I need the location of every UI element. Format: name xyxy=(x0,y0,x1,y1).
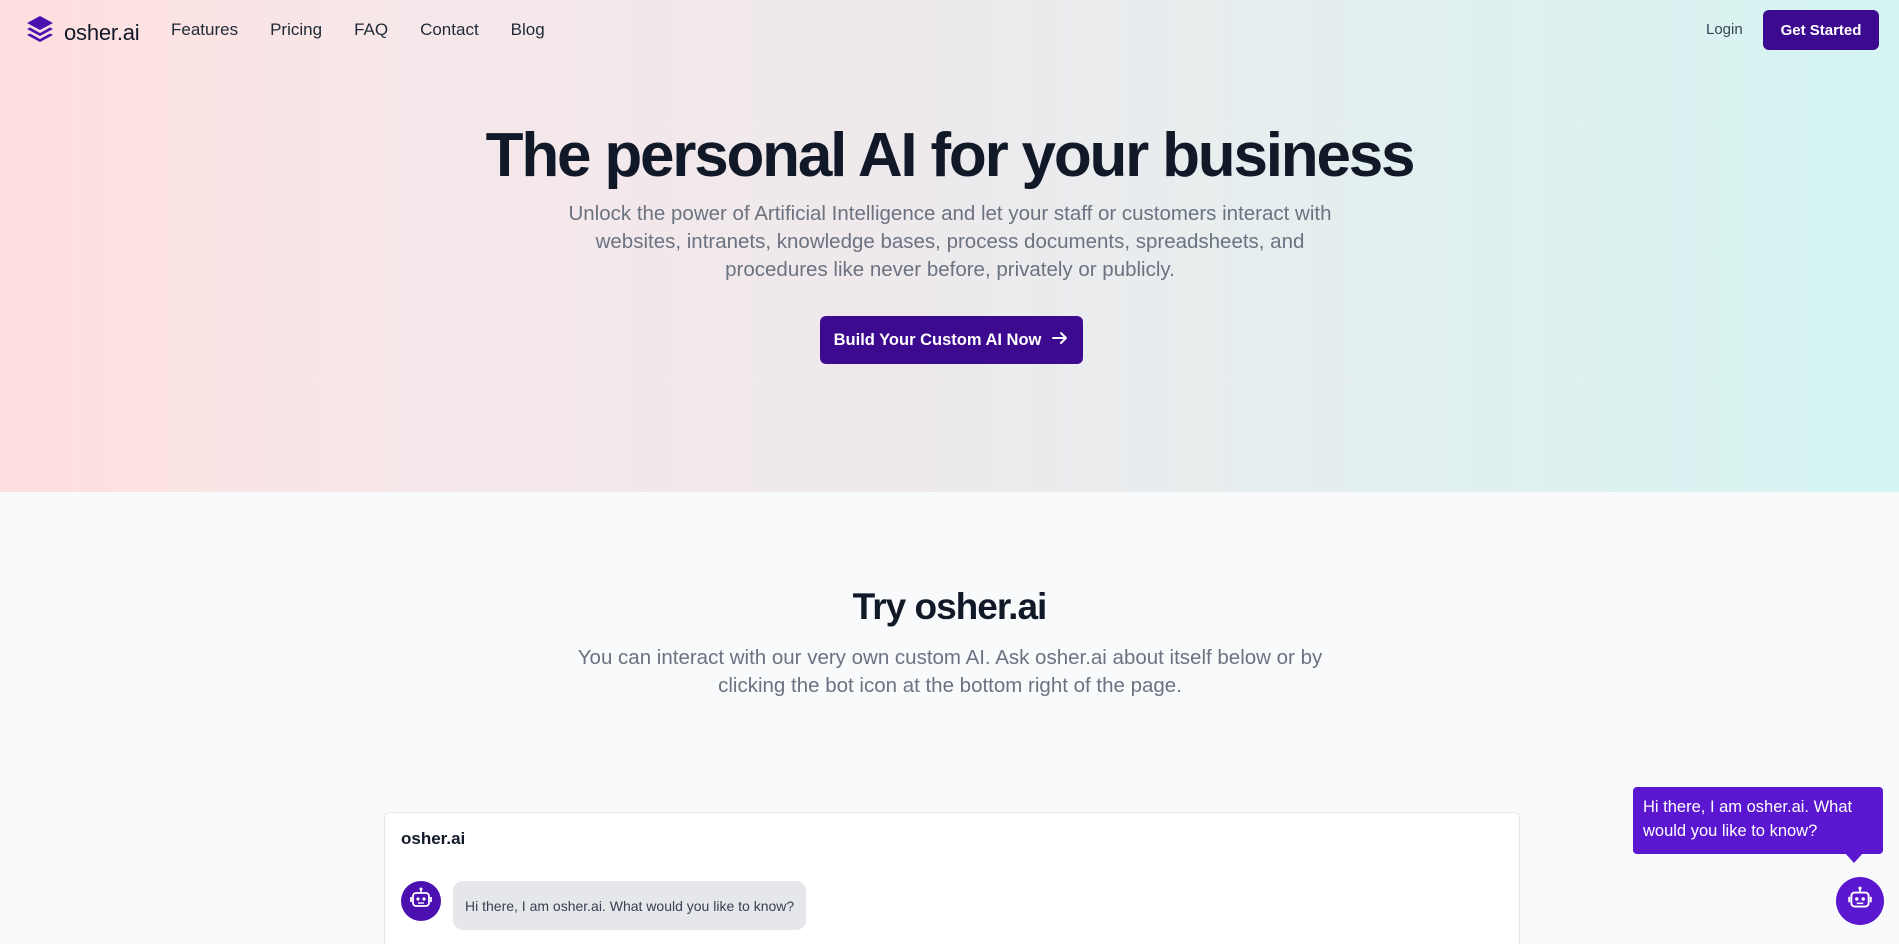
arrow-right-icon xyxy=(1051,329,1069,352)
nav-link-blog[interactable]: Blog xyxy=(511,20,545,40)
get-started-button[interactable]: Get Started xyxy=(1763,10,1879,50)
hero-section: osher.ai Features Pricing FAQ Contact Bl… xyxy=(0,0,1899,492)
build-ai-label: Build Your Custom AI Now xyxy=(833,330,1042,349)
try-subtitle: You can interact with our very own custo… xyxy=(577,646,1323,697)
chat-title: osher.ai xyxy=(401,829,466,848)
chat-panel: osher.ai Hi there, I am osher.ai. What w… xyxy=(384,812,1520,944)
nav-link-features[interactable]: Features xyxy=(171,20,238,40)
nav-link-faq[interactable]: FAQ xyxy=(354,20,388,40)
bot-avatar xyxy=(401,881,441,921)
chat-message-bubble: Hi there, I am osher.ai. What would you … xyxy=(453,881,807,930)
nav-links: Features Pricing FAQ Contact Blog xyxy=(171,20,545,40)
nav-link-pricing[interactable]: Pricing xyxy=(270,20,322,40)
build-ai-button[interactable]: Build Your Custom AI Now xyxy=(820,316,1083,364)
hero-title: The personal AI for your business xyxy=(485,121,1416,190)
login-link[interactable]: Login xyxy=(1706,21,1743,38)
robot-icon xyxy=(1846,885,1874,918)
robot-icon xyxy=(408,886,434,917)
brand-logo[interactable]: osher.ai xyxy=(24,14,140,51)
top-nav: osher.ai Features Pricing FAQ Contact Bl… xyxy=(0,0,1899,60)
try-title: Try osher.ai xyxy=(852,586,1048,627)
hero-subtitle: Unlock the power of Artificial Intellige… xyxy=(568,202,1332,281)
brand-name: osher.ai xyxy=(64,19,140,45)
layers-icon xyxy=(24,14,56,51)
nav-link-contact[interactable]: Contact xyxy=(420,20,479,40)
chat-widget-button[interactable] xyxy=(1836,877,1884,925)
chat-widget-tooltip: Hi there, I am osher.ai. What would you … xyxy=(1633,787,1883,863)
